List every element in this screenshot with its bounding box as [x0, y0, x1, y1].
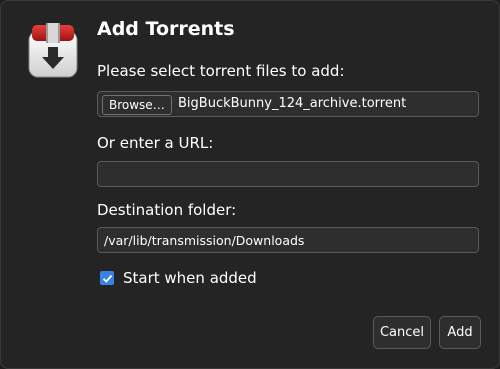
torrent-file-chooser: Browse… BigBuckBunny_124_archive.torrent	[97, 91, 479, 117]
checkmark-icon	[102, 274, 112, 283]
url-input[interactable]	[98, 162, 478, 186]
destination-label: Destination folder:	[97, 201, 237, 219]
url-field	[97, 161, 479, 187]
start-when-added-checkbox[interactable]	[100, 271, 114, 285]
add-torrents-dialog: Add Torrents Please select torrent files…	[0, 0, 500, 369]
torrent-files-label: Please select torrent files to add:	[97, 62, 345, 80]
destination-field	[97, 227, 479, 253]
start-when-added-option[interactable]: Start when added	[100, 269, 257, 287]
dialog-title: Add Torrents	[97, 18, 235, 40]
selected-file-name: BigBuckBunny_124_archive.torrent	[178, 96, 407, 111]
browse-button[interactable]: Browse…	[102, 95, 172, 115]
start-when-added-label: Start when added	[123, 269, 257, 287]
url-label: Or enter a URL:	[97, 134, 214, 152]
transmission-icon	[27, 23, 79, 79]
destination-input[interactable]	[98, 228, 478, 252]
cancel-button[interactable]: Cancel	[373, 316, 431, 349]
add-button[interactable]: Add	[439, 316, 481, 349]
